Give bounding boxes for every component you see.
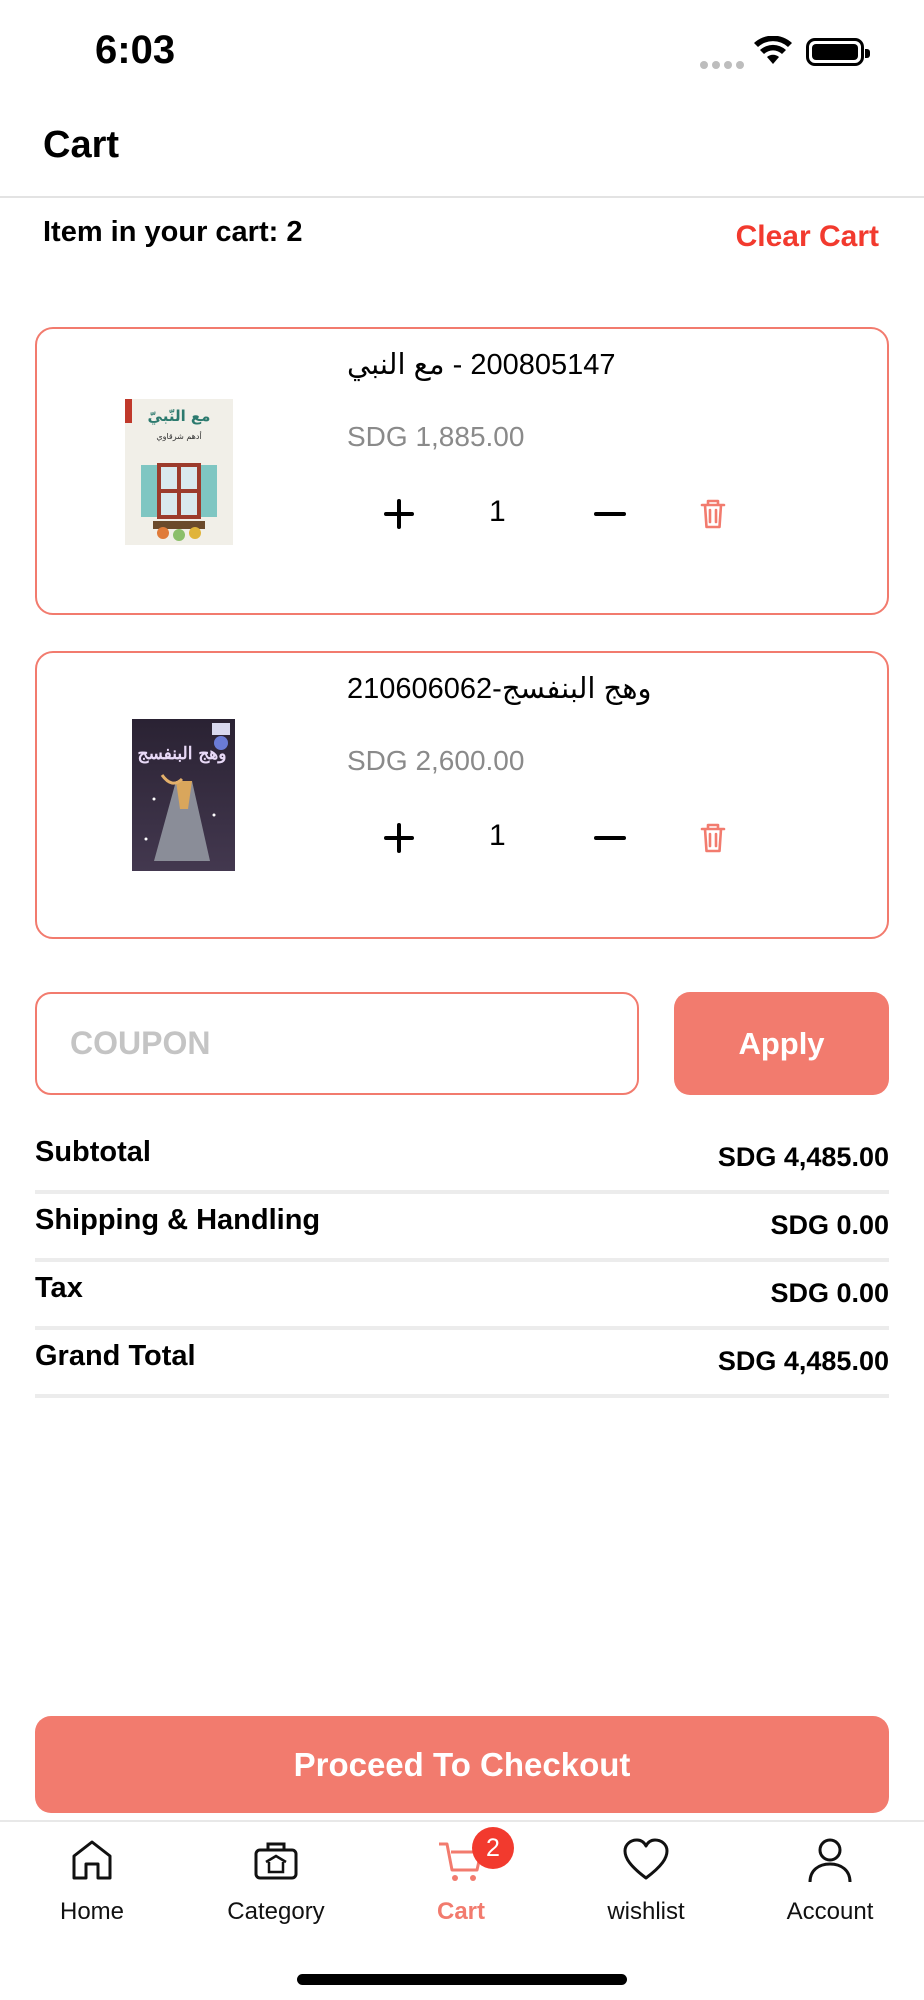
plus-icon: [384, 499, 414, 529]
summary-row-tax: Tax SDG 0.00: [35, 1262, 889, 1330]
home-indicator[interactable]: [297, 1974, 627, 1985]
summary-row-grand-total: Grand Total SDG 4,485.00: [35, 1330, 889, 1398]
increase-quantity-button[interactable]: [374, 489, 424, 539]
minus-icon: [594, 512, 626, 516]
summary-label: Tax: [35, 1272, 83, 1304]
tab-wishlist[interactable]: wishlist: [556, 1834, 736, 1944]
quantity-value: 1: [489, 495, 506, 528]
summary-value: SDG 0.00: [770, 1210, 889, 1240]
tab-bar-divider: [0, 1820, 924, 1822]
item-price: SDG 1,885.00: [347, 421, 525, 452]
increase-quantity-button[interactable]: [374, 813, 424, 863]
page-title: Cart: [43, 124, 120, 166]
summary-label: Subtotal: [35, 1136, 151, 1168]
delete-item-button[interactable]: [688, 489, 738, 539]
summary-label: Shipping & Handling: [35, 1204, 321, 1236]
tab-label: wishlist: [607, 1898, 685, 1925]
status-time: 6:03: [95, 28, 176, 72]
tab-home[interactable]: Home: [2, 1834, 182, 1944]
cart-item-count: Item in your cart: 2: [43, 216, 303, 248]
plus-icon: [384, 823, 414, 853]
home-icon: [72, 1840, 112, 1880]
summary-value: SDG 4,485.00: [717, 1346, 889, 1376]
cover-title: وهج البنفسج: [138, 744, 227, 764]
summary-row-subtotal: Subtotal SDG 4,485.00: [35, 1126, 889, 1194]
tab-account[interactable]: Account: [740, 1834, 920, 1944]
decrease-quantity-button[interactable]: [585, 489, 635, 539]
tab-label: Category: [227, 1898, 325, 1925]
cover-title: مع النّبيّ: [148, 407, 211, 425]
proceed-to-checkout-button[interactable]: Proceed To Checkout: [35, 1716, 889, 1813]
cover-author: أدهم شرقاوي: [156, 431, 201, 441]
tab-cart[interactable]: Cart: [371, 1834, 551, 1944]
quantity-value: 1: [489, 819, 506, 852]
item-price: SDG 2,600.00: [347, 745, 525, 776]
summary-row-shipping: Shipping & Handling SDG 0.00: [35, 1194, 889, 1262]
trash-icon: [700, 823, 726, 853]
item-name[interactable]: 200805147 - مع النبي: [347, 347, 616, 382]
coupon-input[interactable]: [35, 992, 639, 1095]
tab-label: Cart: [436, 1898, 485, 1925]
category-icon: [254, 1842, 298, 1880]
decrease-quantity-button[interactable]: [585, 813, 635, 863]
minus-icon: [594, 836, 626, 840]
status-bar: 6:03: [0, 0, 924, 100]
book-cover-image: وهج البنفسج: [132, 719, 235, 871]
summary-value: SDG 4,485.00: [717, 1142, 889, 1172]
trash-icon: [700, 499, 726, 529]
clear-cart-button[interactable]: Clear Cart: [736, 220, 879, 254]
summary-label: Grand Total: [35, 1340, 196, 1372]
signal-icon: [700, 56, 748, 74]
account-icon: [808, 1838, 852, 1883]
cart-item: مع النّبيّ أدهم شرقاوي 200805147 - مع ال…: [35, 327, 889, 615]
heart-icon: [623, 1838, 669, 1880]
apply-coupon-button[interactable]: Apply: [674, 992, 889, 1095]
battery-icon: [806, 38, 870, 66]
header-divider: [0, 196, 924, 198]
tab-category[interactable]: Category: [186, 1834, 366, 1944]
delete-item-button[interactable]: [688, 813, 738, 863]
summary-value: SDG 0.00: [770, 1278, 889, 1308]
tab-label: Account: [786, 1898, 874, 1925]
cart-item: وهج البنفسج وهج البنفسج-210606062 SDG 2,…: [35, 651, 889, 939]
cart-badge: 2: [472, 1827, 514, 1869]
wifi-icon: [754, 36, 792, 64]
tab-label: Home: [59, 1898, 125, 1925]
item-name[interactable]: وهج البنفسج-210606062: [347, 671, 652, 706]
book-cover-image: مع النّبيّ أدهم شرقاوي: [125, 399, 233, 545]
